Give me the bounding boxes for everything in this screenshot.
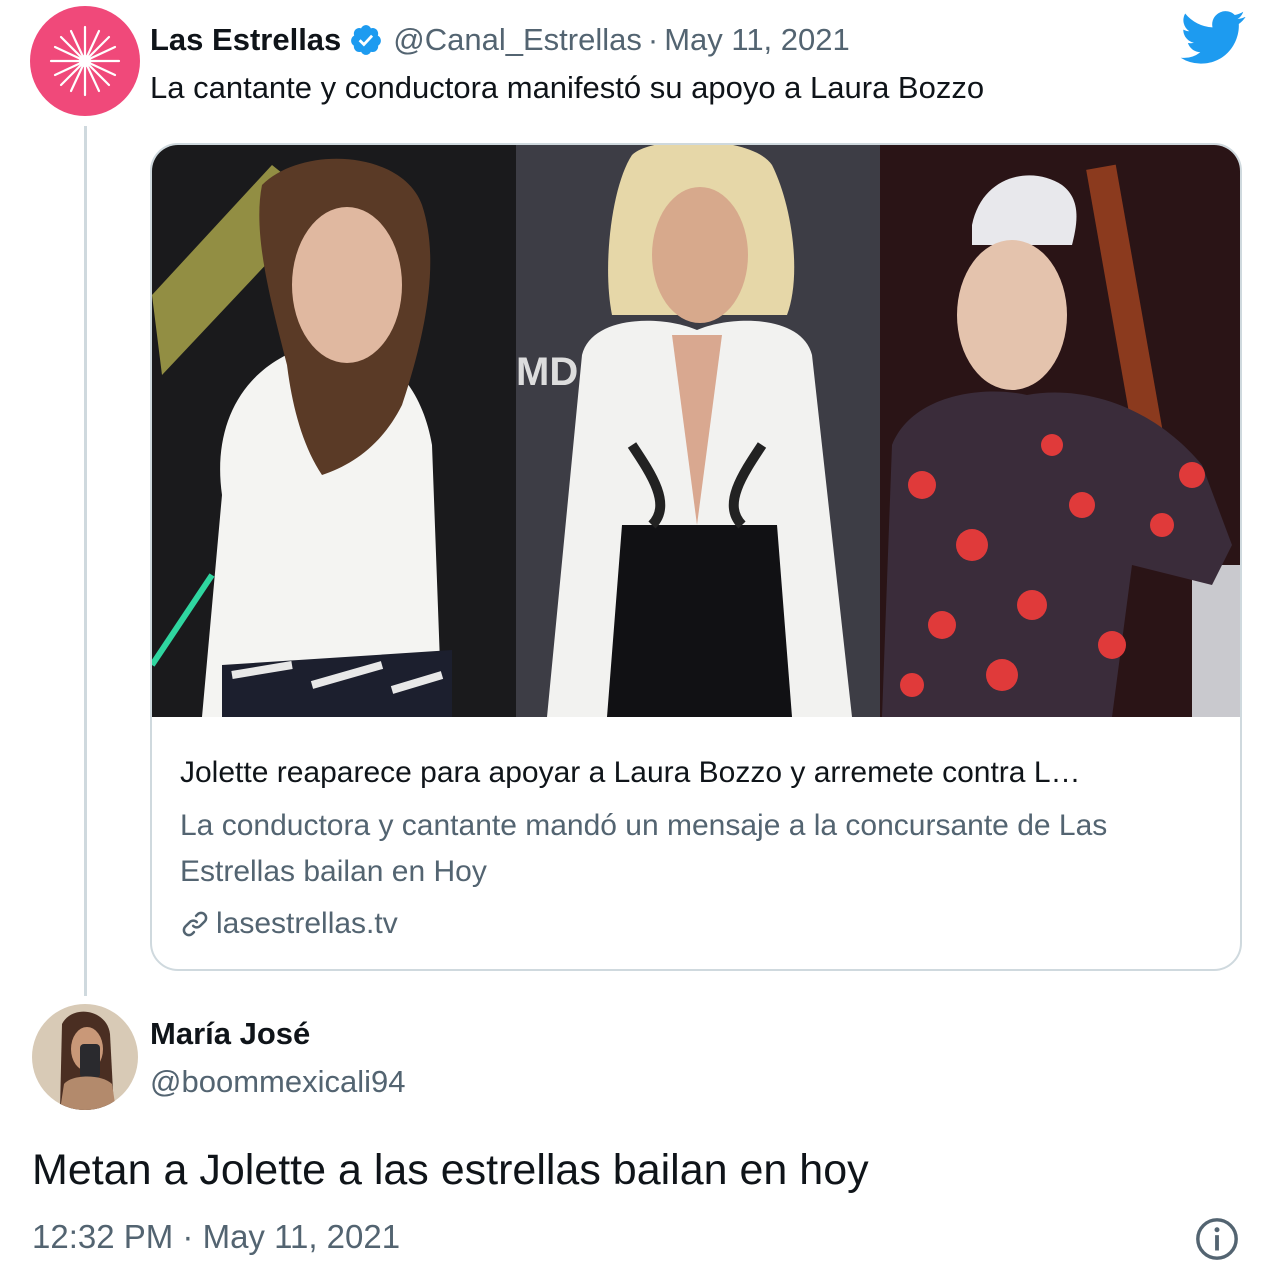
reply-timestamp[interactable]: 12:32 PM · May 11, 2021: [32, 1218, 400, 1256]
card-text-block: Jolette reaparece para apoyar a Laura Bo…: [180, 753, 1212, 941]
star-burst-logo-icon: [49, 25, 121, 97]
info-icon[interactable]: [1194, 1216, 1240, 1262]
parent-tweet-text: La cantante y conductora manifestó su ap…: [150, 70, 985, 105]
parent-display-name[interactable]: Las Estrellas: [150, 22, 341, 58]
parent-handle[interactable]: @Canal_Estrellas: [393, 22, 642, 58]
card-description: La conductora y cantante mandó un mensaj…: [180, 809, 1108, 888]
link-preview-card[interactable]: MD Jolette reaparece para apoyar a Laura…: [150, 143, 1242, 971]
svg-text:MD: MD: [516, 350, 578, 394]
reply-display-name[interactable]: María José: [150, 1016, 310, 1052]
twitter-bird-icon[interactable]: [1180, 10, 1246, 66]
card-domain-row: lasestrellas.tv: [180, 907, 1212, 941]
reply-avatar-photo: [32, 1004, 138, 1110]
card-domain[interactable]: lasestrellas.tv: [216, 907, 398, 941]
parent-avatar[interactable]: [30, 6, 140, 116]
thread-connector-line: [84, 126, 87, 996]
card-title[interactable]: Jolette reaparece para apoyar a Laura Bo…: [180, 753, 1212, 793]
article-photo-collage[interactable]: MD: [152, 145, 1242, 717]
reply-handle[interactable]: @boommexicali94: [150, 1064, 405, 1100]
verified-badge-icon: [351, 25, 382, 55]
link-icon: [182, 911, 208, 937]
separator-dot: ·: [647, 22, 659, 57]
parent-date[interactable]: May 11, 2021: [664, 22, 850, 58]
parent-tweet-header: Las Estrellas @Canal_Estrellas · May 11,…: [150, 18, 850, 62]
reply-tweet-text: Metan a Jolette a las estrellas bailan e…: [32, 1146, 869, 1194]
reply-avatar[interactable]: [32, 1004, 138, 1110]
